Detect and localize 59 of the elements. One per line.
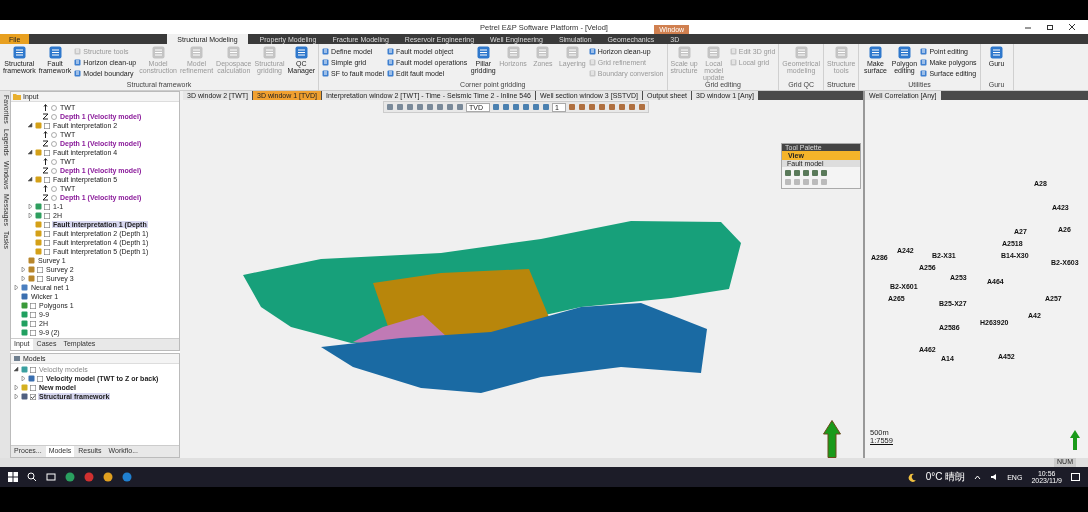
checkbox[interactable] [30,320,36,327]
notification-icon[interactable] [1071,472,1080,482]
expand-icon[interactable] [14,394,19,399]
expand-icon[interactable] [21,267,26,272]
collapse-icon[interactable] [14,367,19,372]
task-view-icon[interactable] [46,472,56,482]
collapse-icon[interactable] [28,177,33,182]
chevron-up-icon[interactable] [974,474,982,480]
checkbox[interactable] [44,221,50,228]
up-arrow-icon [42,131,49,138]
checkbox[interactable] [44,176,50,183]
checkbox[interactable] [44,230,50,237]
checkbox[interactable] [44,122,50,129]
north-arrow-icon [823,420,841,458]
radio-button[interactable] [51,167,57,174]
checkbox[interactable] [37,275,43,282]
north-arrow-icon [1070,430,1080,450]
restore-icon[interactable] [1046,23,1054,31]
checkbox[interactable] [44,203,50,210]
checkbox[interactable] [44,248,50,255]
expand-icon[interactable] [28,204,33,209]
expand-icon[interactable] [21,276,26,281]
checkbox[interactable] [44,212,50,219]
checkbox[interactable] [30,393,36,400]
moon-icon [907,472,917,482]
zigzag-icon [42,194,49,201]
collapse-icon[interactable] [28,150,33,155]
radio-button[interactable] [51,194,57,201]
search-icon[interactable] [27,472,37,482]
checkbox[interactable] [37,266,43,273]
up-arrow-icon [42,104,49,111]
zigzag-icon [42,113,49,120]
expand-icon[interactable] [21,376,26,381]
radio-button[interactable] [51,131,57,138]
checkbox[interactable] [44,149,50,156]
checkbox[interactable] [30,302,36,309]
zigzag-icon [42,140,49,147]
radio-button[interactable] [51,158,57,165]
up-arrow-icon [42,158,49,165]
start-button[interactable] [8,472,18,482]
expand-icon[interactable] [28,213,33,218]
up-arrow-icon [42,185,49,192]
radio-button[interactable] [51,185,57,192]
zigzag-icon [42,167,49,174]
checkbox[interactable] [30,329,36,336]
radio-button[interactable] [51,104,57,111]
close-icon[interactable] [1068,23,1076,31]
checkbox[interactable] [44,239,50,246]
weather-text[interactable]: 0°C 晴朗 [925,470,966,484]
checkbox[interactable] [30,311,36,318]
radio-button[interactable] [51,113,57,120]
expand-icon[interactable] [14,385,19,390]
checkbox[interactable] [37,375,43,382]
radio-button[interactable] [51,140,57,147]
speaker-icon[interactable] [990,473,999,481]
checkbox[interactable] [30,384,36,391]
checkbox[interactable] [30,366,36,373]
collapse-icon[interactable] [28,123,33,128]
expand-icon[interactable] [14,285,19,290]
